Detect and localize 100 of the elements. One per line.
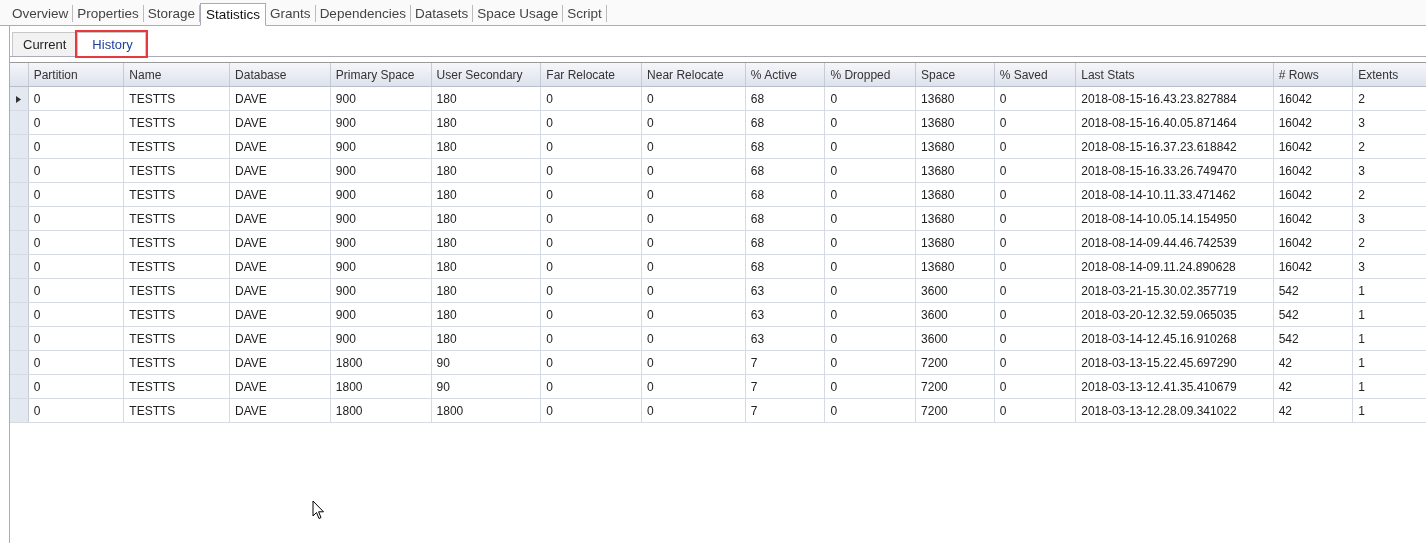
table-cell: 68 bbox=[745, 254, 825, 279]
table-cell: 0 bbox=[641, 278, 746, 303]
table-cell: 0 bbox=[28, 326, 124, 351]
table-cell: 7 bbox=[745, 398, 825, 423]
table-cell: 180 bbox=[431, 302, 541, 327]
table-cell: 7 bbox=[745, 374, 825, 399]
table-cell: 0 bbox=[28, 86, 124, 111]
tab[interactable]: Datasets bbox=[410, 5, 474, 22]
column-header[interactable]: Extents bbox=[1352, 63, 1426, 87]
table-cell: 0 bbox=[540, 134, 642, 159]
table-cell: 1 bbox=[1352, 398, 1426, 423]
tab[interactable]: Overview bbox=[8, 5, 74, 22]
table-cell: 63 bbox=[745, 302, 825, 327]
table-cell: DAVE bbox=[229, 182, 331, 207]
table-cell: DAVE bbox=[229, 278, 331, 303]
table-cell: 0 bbox=[994, 374, 1076, 399]
table-cell: 0 bbox=[540, 326, 642, 351]
table-cell: DAVE bbox=[229, 134, 331, 159]
table-cell: 0 bbox=[641, 110, 746, 135]
table-cell: TESTTS bbox=[123, 254, 230, 279]
column-header[interactable]: Database bbox=[229, 63, 331, 87]
table-cell: 13680 bbox=[915, 254, 995, 279]
table-cell: 0 bbox=[641, 206, 746, 231]
table-cell: 0 bbox=[28, 254, 124, 279]
table-cell: 900 bbox=[330, 278, 432, 303]
table-cell: DAVE bbox=[229, 158, 331, 183]
table-cell: 900 bbox=[330, 134, 432, 159]
column-header[interactable]: % Active bbox=[745, 63, 825, 87]
table-cell: 180 bbox=[431, 86, 541, 111]
table-cell: 16042 bbox=[1273, 230, 1353, 255]
table-cell: 7 bbox=[745, 350, 825, 375]
table-cell: 0 bbox=[824, 278, 916, 303]
column-header[interactable]: # Rows bbox=[1273, 63, 1353, 87]
table-cell: 0 bbox=[641, 374, 746, 399]
column-header[interactable]: Space bbox=[915, 63, 995, 87]
table-cell: 900 bbox=[330, 254, 432, 279]
table-cell: 68 bbox=[745, 158, 825, 183]
column-header[interactable]: % Dropped bbox=[824, 63, 916, 87]
tab[interactable]: Script bbox=[563, 5, 607, 22]
table-cell: 2018-08-14-09.44.46.742539 bbox=[1075, 230, 1274, 255]
column-header[interactable]: % Saved bbox=[994, 63, 1076, 87]
table-cell: 13680 bbox=[915, 206, 995, 231]
tab[interactable]: Space Usage bbox=[473, 5, 564, 22]
column-header[interactable]: Name bbox=[123, 63, 230, 87]
table-cell: 0 bbox=[641, 254, 746, 279]
table-cell: 180 bbox=[431, 110, 541, 135]
column-header[interactable]: Far Relocate bbox=[540, 63, 642, 87]
sub-tab[interactable]: History bbox=[77, 32, 146, 56]
column-header[interactable]: Primary Space bbox=[330, 63, 432, 87]
table-cell: 0 bbox=[540, 230, 642, 255]
grid-corner bbox=[10, 63, 29, 87]
tab[interactable]: Grants bbox=[266, 5, 316, 22]
table-cell: 180 bbox=[431, 278, 541, 303]
tab[interactable]: Properties bbox=[73, 5, 144, 22]
table-cell: 90 bbox=[431, 374, 541, 399]
table-cell: TESTTS bbox=[123, 230, 230, 255]
table-cell: 0 bbox=[540, 374, 642, 399]
column-header[interactable]: Near Relocate bbox=[641, 63, 746, 87]
table-cell: 13680 bbox=[915, 134, 995, 159]
table-cell: DAVE bbox=[229, 86, 331, 111]
table-cell: 900 bbox=[330, 110, 432, 135]
table-cell: 2018-03-13-12.28.09.341022 bbox=[1075, 398, 1274, 423]
table-cell: 1 bbox=[1352, 326, 1426, 351]
table-cell: 900 bbox=[330, 302, 432, 327]
table-cell: 7200 bbox=[915, 398, 995, 423]
table-cell: 0 bbox=[824, 254, 916, 279]
table-cell: 16042 bbox=[1273, 254, 1353, 279]
table-cell: 2018-08-14-09.11.24.890628 bbox=[1075, 254, 1274, 279]
table-cell: 0 bbox=[28, 374, 124, 399]
table-cell: DAVE bbox=[229, 254, 331, 279]
column-header[interactable]: Partition bbox=[28, 63, 124, 87]
table-cell: 13680 bbox=[915, 110, 995, 135]
table-cell: DAVE bbox=[229, 110, 331, 135]
row-indicator[interactable] bbox=[10, 86, 29, 111]
table-cell: 42 bbox=[1273, 350, 1353, 375]
table-cell: 0 bbox=[641, 398, 746, 423]
table-cell: 0 bbox=[824, 230, 916, 255]
table-cell: 0 bbox=[641, 326, 746, 351]
table-cell: 0 bbox=[994, 278, 1076, 303]
table-cell: 1 bbox=[1352, 374, 1426, 399]
table-cell: 13680 bbox=[915, 86, 995, 111]
table-cell: 0 bbox=[824, 302, 916, 327]
tab[interactable]: Statistics bbox=[200, 3, 267, 26]
table-cell: TESTTS bbox=[123, 278, 230, 303]
table-cell: 900 bbox=[330, 326, 432, 351]
table-cell: 0 bbox=[540, 158, 642, 183]
table-cell: 0 bbox=[994, 110, 1076, 135]
table-cell: 0 bbox=[540, 182, 642, 207]
table-cell: 0 bbox=[641, 86, 746, 111]
sub-tab[interactable]: Current bbox=[12, 32, 78, 56]
table-cell: TESTTS bbox=[123, 86, 230, 111]
table-cell: 3 bbox=[1352, 206, 1426, 231]
column-header[interactable]: Last Stats bbox=[1075, 63, 1274, 87]
tab[interactable]: Dependencies bbox=[315, 5, 411, 22]
table-cell: 0 bbox=[641, 350, 746, 375]
table-cell: 42 bbox=[1273, 398, 1353, 423]
table-cell: 2 bbox=[1352, 134, 1426, 159]
column-header[interactable]: User Secondary bbox=[431, 63, 541, 87]
table-cell: 0 bbox=[994, 134, 1076, 159]
table-cell: 13680 bbox=[915, 182, 995, 207]
